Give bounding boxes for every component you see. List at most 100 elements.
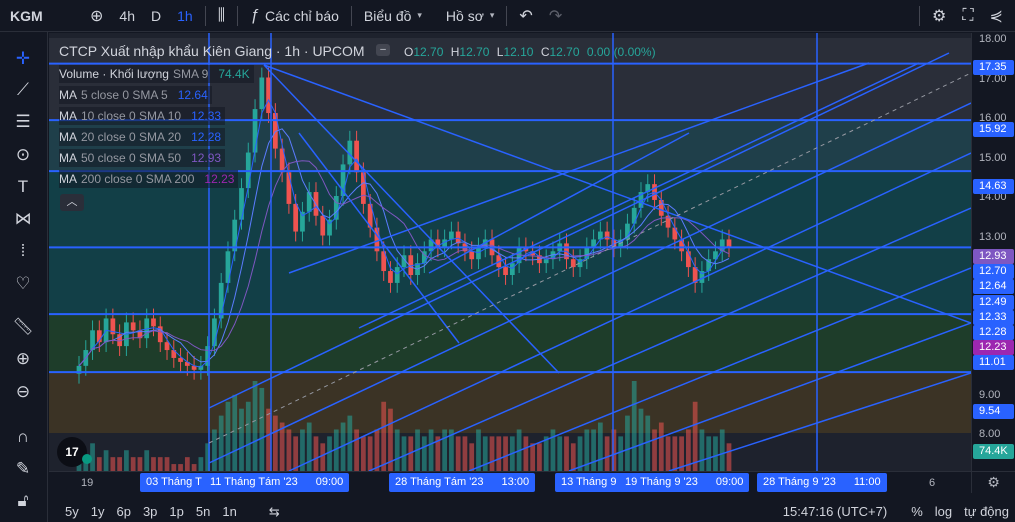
- zoom-out-icon: ⊖: [15, 382, 31, 401]
- lock-tool[interactable]: 🔓︎: [0, 486, 46, 516]
- trend-line-tool[interactable]: ⟋: [0, 75, 46, 105]
- volume-bar: [597, 422, 603, 471]
- log-toggle[interactable]: log: [929, 504, 958, 519]
- range-5y[interactable]: 5y: [59, 504, 85, 519]
- volume-bar: [191, 464, 197, 471]
- chevron-up-icon: ︿: [66, 196, 78, 208]
- crosshair-tool[interactable]: ✛: [0, 44, 46, 74]
- chart-type-menu[interactable]: Biểu đồ ▾: [356, 0, 430, 32]
- fib-tool[interactable]: ☰: [0, 107, 46, 137]
- profile-menu[interactable]: Hồ sơ ▾: [438, 0, 503, 32]
- time-axis[interactable]: 199603 Tháng T11 Tháng Tám '2309:0028 Th…: [49, 471, 971, 493]
- volume-bar: [638, 408, 644, 471]
- date-range-button[interactable]: ⇆: [263, 504, 286, 520]
- volume-bar: [618, 436, 624, 471]
- open-value: 12.70: [413, 45, 444, 59]
- time-label-part: 13:00: [501, 476, 530, 488]
- legend-row[interactable]: MA 50 close 0 SMA 50 12.93: [59, 149, 226, 167]
- trend-line-icon: ⟋: [17, 80, 29, 99]
- timeframe-1h[interactable]: 1h: [169, 0, 201, 32]
- settings-button[interactable]: ⚙: [924, 0, 954, 32]
- brush-tool[interactable]: ⊙: [0, 140, 46, 170]
- volume-bar: [252, 381, 258, 471]
- pattern-tool[interactable]: ⋈: [0, 204, 46, 234]
- candle-body: [130, 322, 136, 331]
- indicator-name: MA: [59, 172, 77, 186]
- range-1n[interactable]: 1n: [216, 504, 242, 519]
- price-tick: 13.00: [979, 230, 1007, 243]
- indicator-value: 12.23: [204, 172, 235, 186]
- gear-icon: ⚙: [932, 7, 947, 25]
- candle-body: [543, 259, 549, 264]
- indicators-button[interactable]: ƒ Các chỉ báo: [242, 0, 347, 32]
- symbol-search[interactable]: KGM: [0, 0, 82, 32]
- auto-toggle[interactable]: tự động: [958, 504, 1015, 519]
- price-label: 11.01: [973, 355, 1014, 370]
- add-symbol-button[interactable]: ⊕: [82, 0, 111, 32]
- zoom-in-tool[interactable]: ⊕: [0, 344, 46, 374]
- price-axis[interactable]: 18.0017.0016.0015.0014.0013.0012.0011.00…: [971, 33, 1015, 471]
- drawing-toolbar: ✛ ⟋ ☰ ⊙ T ⋈ ⁞ ♡ 📏︎ ⊕ ⊖ ∩ ✎ 🔓︎: [0, 32, 48, 522]
- volume-bar: [130, 457, 136, 471]
- range-1p[interactable]: 1p: [163, 504, 189, 519]
- volume-bar: [198, 457, 204, 471]
- volume-bar: [144, 450, 150, 471]
- undo-button[interactable]: ↶: [511, 0, 540, 32]
- candle-body: [570, 259, 576, 268]
- time-label: 28 Tháng Tám '23 13:00: [389, 473, 536, 492]
- candle-body: [178, 357, 183, 362]
- axis-settings-button[interactable]: ⚙: [971, 471, 1015, 493]
- divider: [237, 5, 239, 26]
- text-tool[interactable]: T: [0, 172, 46, 202]
- volume-bar: [631, 381, 637, 471]
- volume-bar: [604, 436, 610, 471]
- legend-row[interactable]: MA 10 close 0 SMA 10 12.33: [59, 107, 226, 125]
- visibility-toggle[interactable]: –: [376, 44, 390, 56]
- clock[interactable]: 15:47:16 (UTC+7): [777, 504, 893, 519]
- open-label: O: [404, 45, 414, 59]
- timeframe-4h[interactable]: 4h: [111, 0, 143, 32]
- projection-tool[interactable]: ⁞: [0, 236, 46, 266]
- measure-tool[interactable]: 📏︎: [0, 312, 46, 342]
- indicator-value: 12.93: [191, 151, 222, 165]
- range-5n[interactable]: 5n: [190, 504, 216, 519]
- range-1y[interactable]: 1y: [85, 504, 111, 519]
- range-3p[interactable]: 3p: [137, 504, 163, 519]
- time-label-part: 11 Tháng Tám '23: [210, 476, 298, 488]
- volume-bar: [272, 415, 278, 471]
- volume-bar: [239, 408, 244, 471]
- redo-button[interactable]: ↷: [541, 0, 570, 32]
- share-button[interactable]: ⋞: [982, 0, 1015, 32]
- chart-style-button[interactable]: ⫼: [210, 0, 233, 32]
- time-label: 13 Tháng 9: [555, 473, 623, 492]
- percent-toggle[interactable]: %: [905, 504, 929, 519]
- volume-bar: [719, 429, 725, 471]
- indicator-name: MA: [59, 109, 77, 123]
- volume-bar: [713, 436, 718, 471]
- candle-body: [394, 267, 400, 283]
- price-tick: 8.00: [979, 428, 1001, 440]
- time-label-part: 13 Tháng 9: [561, 476, 617, 488]
- favorites-tool[interactable]: ♡: [0, 269, 46, 299]
- lock-drawing-tool[interactable]: ✎: [0, 454, 46, 484]
- volume-bar: [699, 429, 705, 471]
- legend-row[interactable]: MA 200 close 0 SMA 200 12.23: [59, 170, 239, 188]
- range-6p[interactable]: 6p: [110, 504, 136, 519]
- indicator-params: 200 close 0 SMA 200: [81, 172, 195, 186]
- candle-body: [672, 227, 678, 240]
- legend-row[interactable]: Volume · Khối lượng SMA 9 74.4K: [59, 65, 254, 83]
- volume-bar: [570, 443, 576, 471]
- magnet-tool[interactable]: ∩: [0, 422, 46, 452]
- collapse-legend-button[interactable]: ︿: [60, 194, 84, 211]
- ohlc-readout: O12.70 H12.70 L12.10 C12.70 0.00 (0.00%): [404, 45, 660, 59]
- volume-bar: [313, 436, 319, 471]
- legend-row[interactable]: MA 5 close 0 SMA 5 12.64: [59, 86, 212, 104]
- volume-bar: [103, 450, 109, 471]
- fullscreen-button[interactable]: ⛶: [954, 0, 981, 32]
- timeframe-d[interactable]: D: [143, 0, 169, 32]
- zoom-out-tool[interactable]: ⊖: [0, 377, 46, 407]
- legend-row[interactable]: MA 20 close 0 SMA 20 12.28: [59, 128, 226, 146]
- volume-bar: [401, 436, 407, 471]
- indicator-name: MA: [59, 151, 77, 165]
- volume-bar: [117, 457, 122, 471]
